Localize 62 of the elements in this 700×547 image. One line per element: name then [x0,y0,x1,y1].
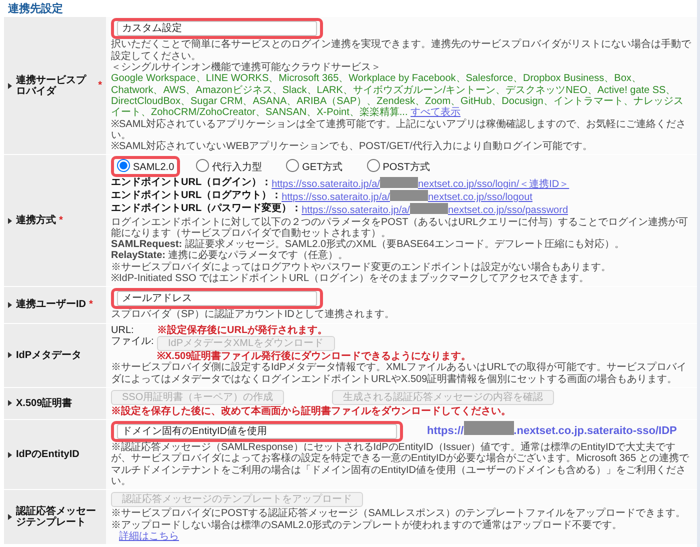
service-list: Google Workspace、LINE WORKS、Microsoft 365、Workplace by Facebook、Salesforce、Dropbox Business、Box、Chatwork、AWS、Amazonビジネス、Slack、LARK、サイボウズガルーン/キントーン、デスクネッツNEO、Active! gate SS、DirectCloudBox、Sugar CRM、ASANA、ARIBA（SAP）、Zendesk、Zoom、GitHub、Docusign、イントラマート、ナレッジスイート、ZohoCRM/ZohoCreator、SANSAN、X-Point、楽楽精算... すべて表示 [111,73,692,118]
endpoint-label: エンドポイントURL（ログイン）： [111,176,272,190]
details-link[interactable]: 詳細はこちら [119,530,179,542]
note-text: RelayState: 連携に必要なパラメータです（任意）。 [111,250,350,262]
radio-button[interactable] [286,159,300,172]
bullet-icon [8,302,12,308]
note-text: スプロバイダ（SP）に認証アカウントIDとして連携されます。 [111,309,396,321]
required-mark: * [59,215,63,227]
note-text: 択いただくことで簡単に各サービスとのログイン連携を実現できます。連携先のサービスプロバイダがリストにない場合は手動で設定してください。 [111,39,692,62]
endpoint-label: エンドポイントURL（パスワード変更）： [111,203,302,216]
radio-button[interactable] [196,159,210,172]
endpoint-label: エンドポイントURL（ログアウト）： [111,190,282,202]
field-label: ファイル: [111,336,155,348]
note-text: ログインエンドポイントに対して以下の２つのパラメータをPOST（あるいはURLクエリーに付与）することでログイン連携が可能になります（サービスプロバイダで自動セットされます）。 [111,216,690,239]
note-text: SAMLRequest: 認証要求メッセージ。SAML2.0形式のXML（要BASE64エンコード。デフレート圧縮にも対応）。 [111,239,626,250]
radio-button[interactable] [366,159,380,172]
redaction-block [464,421,514,436]
note-text: ＜シングルサインオン機能で連携可能なクラウドサービス＞ [111,62,382,74]
redaction-block [380,176,418,188]
warning-text: ※設定を保存した後に、改めて本画面から証明書ファイルをダウンロードしてください。 [111,406,512,418]
note-text: ※SAML対応されていないWEBアプリケーションでも、POST/GET/代行入力により自動ログイン可能です。 [111,141,594,152]
note-text: ※サービスプロバイダにPOSTする認証応答メッセージ（SAMLレスポンス）のテンプレートファイルをアップロードできます。 [111,508,686,520]
endpoint-url[interactable]: https://sso.sateraito.jp/a/ nextset.co.jp/sso/logout [282,190,532,204]
field-label: 連携ユーザーID [16,299,86,311]
bullet-icon [8,218,12,224]
section-title: 連携先設定 [7,2,64,17]
field-label: URL: [111,324,135,336]
warning-text: ※設定保存後にURLが発行されます。 [157,324,328,336]
field-label: IdPのEntityID [16,449,80,460]
note-text: ※IdP-Initiated SSO ではエンドポイントURL（ログイン）をそのままブックマークしてアクセスできます。 [111,273,590,284]
field-label: X.509証明書 [16,398,72,410]
radio-option[interactable]: 代行入力型 [196,159,262,174]
note-text: ※サービスプロバイダによってはログアウトやパスワード変更のエンドポイントは設定がない場合もあります。 [111,262,612,273]
radio-option[interactable]: SAML2.0 [117,159,174,174]
show-all-link[interactable]: すべて表示 [410,107,461,118]
bullet-icon [8,82,12,89]
note-text: ※アップロードしない場合は標準のSAML2.0形式のテンプレートが使われますので通常はアップロード不要です。 [111,520,622,531]
bullet-icon [8,514,12,520]
required-mark: * [98,80,102,92]
field-label: 連携方式 [16,215,56,227]
radio-option[interactable]: GET方式 [286,159,343,174]
radio-button[interactable] [117,159,130,172]
bullet-icon [8,352,12,358]
entity-url[interactable]: https:// .nextset.co.jp.sateraito-sso/IDP [427,421,677,438]
note-text: ※サービスプロバイダ側に設定するIdPメタデータ情報です。XMLファイルあるいはURLでの取得が可能です。サービスプロバイダによってはメタデータではなくログインエンドポイントURLやX.509証明書情報を個別にセットする画面の場合もあります。 [111,362,688,385]
bullet-icon [8,452,12,458]
required-mark: * [89,299,93,311]
radio-option[interactable]: POST方式 [366,159,430,174]
field-label: 連携サービスプロバイダ [16,74,88,98]
bullet-icon [8,400,12,406]
field-label: IdPメタデータ [16,350,82,361]
field-label: 認証応答メッセージテンプレート [16,506,97,529]
endpoint-url[interactable]: https://sso.sateraito.jp/a/ nextset.co.jp/sso/login/＜連携ID＞ [272,176,570,190]
text-field[interactable]: ドメイン固有のEntityID値を使用 [117,424,397,440]
endpoint-url[interactable]: https://sso.sateraito.jp/a/ nextset.co.jp/sso/password [302,203,568,217]
note-text: ※認証応答メッセージ（SAMLResponse）にセットされるIdPのEntityID（Issuer）値です。通常は標準のEntityIDで大丈夫ですが、サービスプロバイダによってお客様の設定を特定できる一意のEntityIDが必要な場合がございます。Microsoft 365 との連携でマルチドメインテナントをご利用の場合は「ドメイン固有のEntityID値を使用（ユーザーのドメインも含める）」をご利用ください。 [111,442,690,488]
redaction-block [390,190,428,201]
warning-text: ※X.509証明書ファイル発行後にダウンロードできるようになります。 [157,350,472,362]
redaction-block [410,203,448,214]
text-field[interactable]: メールアドレス [117,291,317,306]
text-field[interactable]: カスタム設定 [117,21,317,36]
note-text: ※SAML対応されているアプリケーションは全て連携可能です。上記にないアプリは稼働確認しますので、お気軽にご連絡ください。 [111,118,688,141]
